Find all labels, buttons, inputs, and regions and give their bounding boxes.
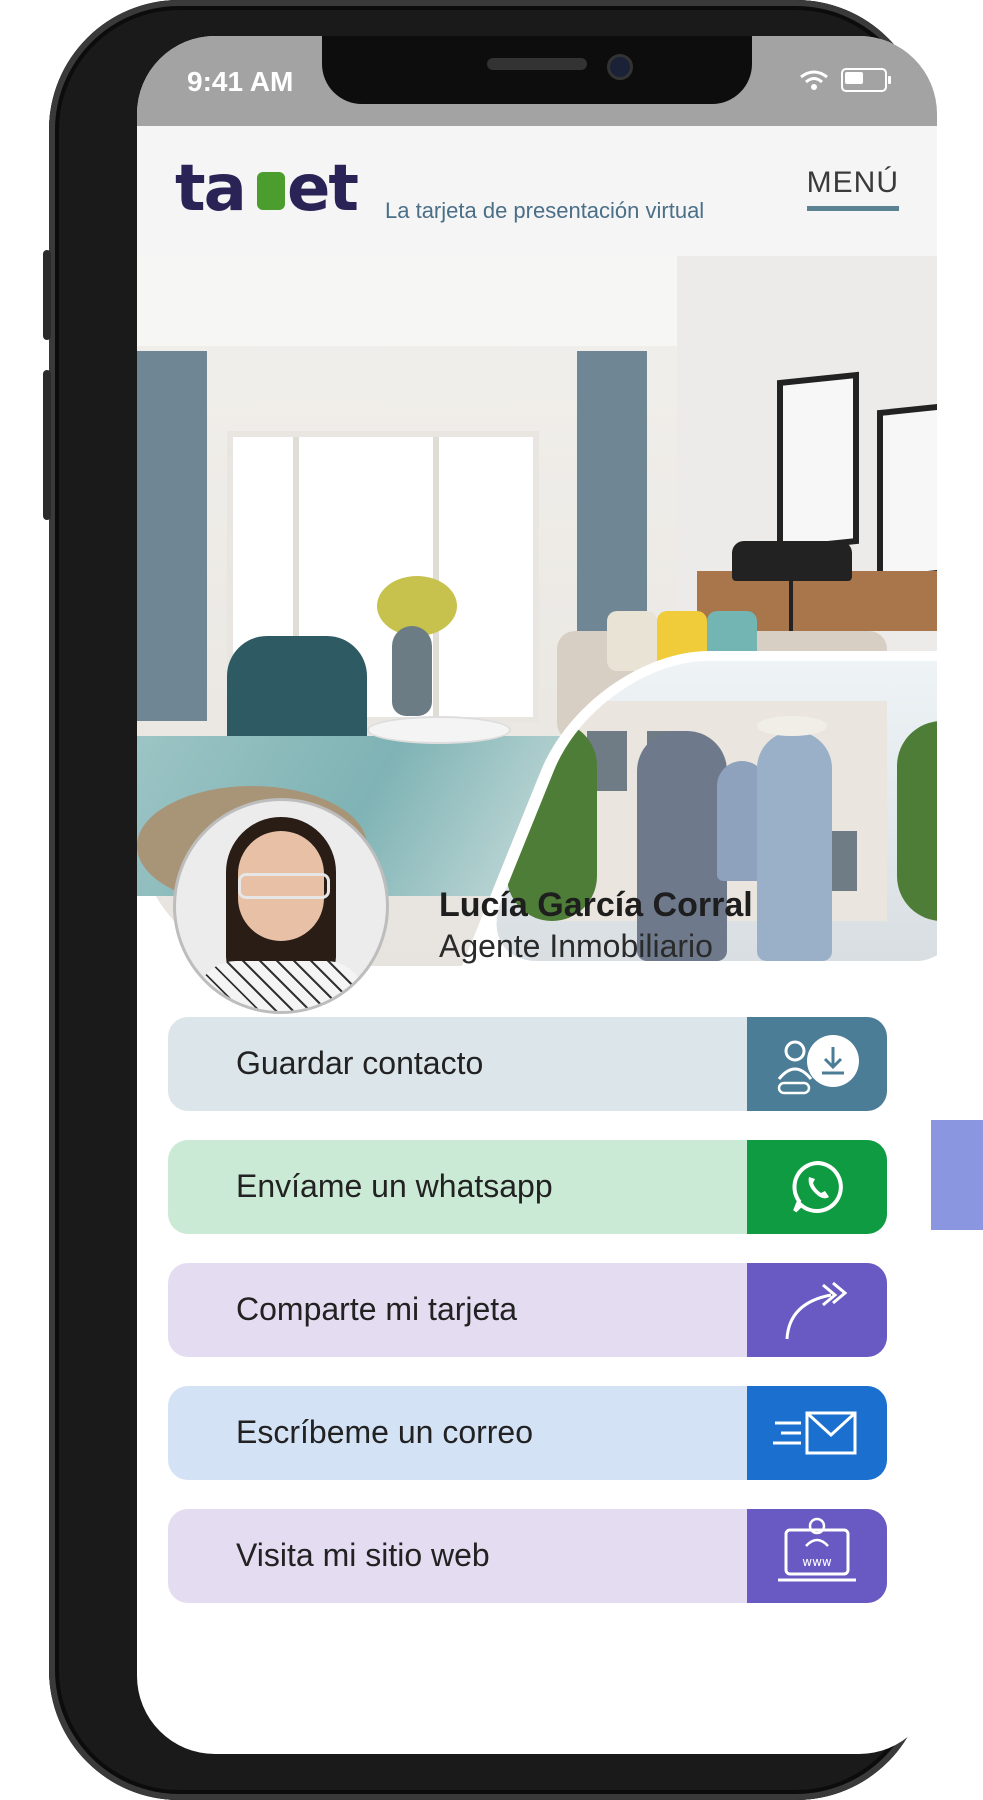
action-label: Guardar contacto xyxy=(236,1045,484,1081)
menu-button[interactable]: MENÚ xyxy=(806,166,899,211)
avatar xyxy=(173,798,389,1014)
phone-frame: 9:41 AM ta et La tarjeta de presentación… xyxy=(43,0,937,1800)
wifi-icon xyxy=(800,70,828,90)
vase xyxy=(392,626,432,716)
lamp xyxy=(732,541,852,581)
tagline: La tarjeta de presentación virtual xyxy=(385,198,705,223)
sun-hat xyxy=(757,716,827,736)
phone-screen: 9:41 AM ta et La tarjeta de presentación… xyxy=(137,36,937,1754)
logo[interactable]: ta et xyxy=(175,152,375,240)
logo-green-mark xyxy=(257,172,285,210)
curtain xyxy=(137,351,207,721)
website-button[interactable]: Visita mi sitio web www xyxy=(168,1509,887,1603)
save-contact-button[interactable]: Guardar contacto xyxy=(168,1017,887,1111)
share-arrow-icon xyxy=(747,1263,887,1357)
share-card-button[interactable]: Comparte mi tarjeta xyxy=(168,1263,887,1357)
volume-button xyxy=(43,250,51,340)
whatsapp-button[interactable]: Envíame un whatsapp xyxy=(168,1140,887,1234)
father xyxy=(637,731,727,961)
action-label: Comparte mi tarjeta xyxy=(236,1291,517,1327)
volume-button xyxy=(43,370,51,520)
notch xyxy=(322,36,752,104)
tree xyxy=(897,721,937,921)
status-icons xyxy=(799,68,891,92)
wall-frame xyxy=(877,401,937,583)
status-bar: 9:41 AM xyxy=(137,36,937,126)
background-accent xyxy=(931,1120,983,1230)
tarjet-logo: ta et xyxy=(175,152,360,226)
status-time: 9:41 AM xyxy=(187,66,294,97)
front-camera xyxy=(607,54,633,80)
battery-icon xyxy=(841,68,891,92)
website-icon: www xyxy=(747,1509,887,1603)
logo-wordmark: et xyxy=(287,154,358,224)
whatsapp-icon xyxy=(747,1140,887,1234)
email-icon xyxy=(747,1386,887,1480)
speaker xyxy=(487,58,587,70)
email-button[interactable]: Escríbeme un correo xyxy=(168,1386,887,1480)
mother xyxy=(757,731,832,961)
profile-role: Agente Inmobiliario xyxy=(439,928,713,964)
svg-text:www: www xyxy=(802,1555,832,1569)
coffee-table xyxy=(367,716,511,744)
action-label: Escríbeme un correo xyxy=(236,1414,534,1450)
wall-frame xyxy=(777,371,859,553)
logo-wordmark: ta xyxy=(175,154,245,224)
profile-name: Lucía García Corral xyxy=(439,886,753,924)
action-label: Envíame un whatsapp xyxy=(236,1168,553,1204)
save-contact-icon xyxy=(747,1017,887,1111)
action-label: Visita mi sitio web xyxy=(236,1537,490,1573)
app-header: ta et La tarjeta de presentación virtual… xyxy=(137,126,937,257)
